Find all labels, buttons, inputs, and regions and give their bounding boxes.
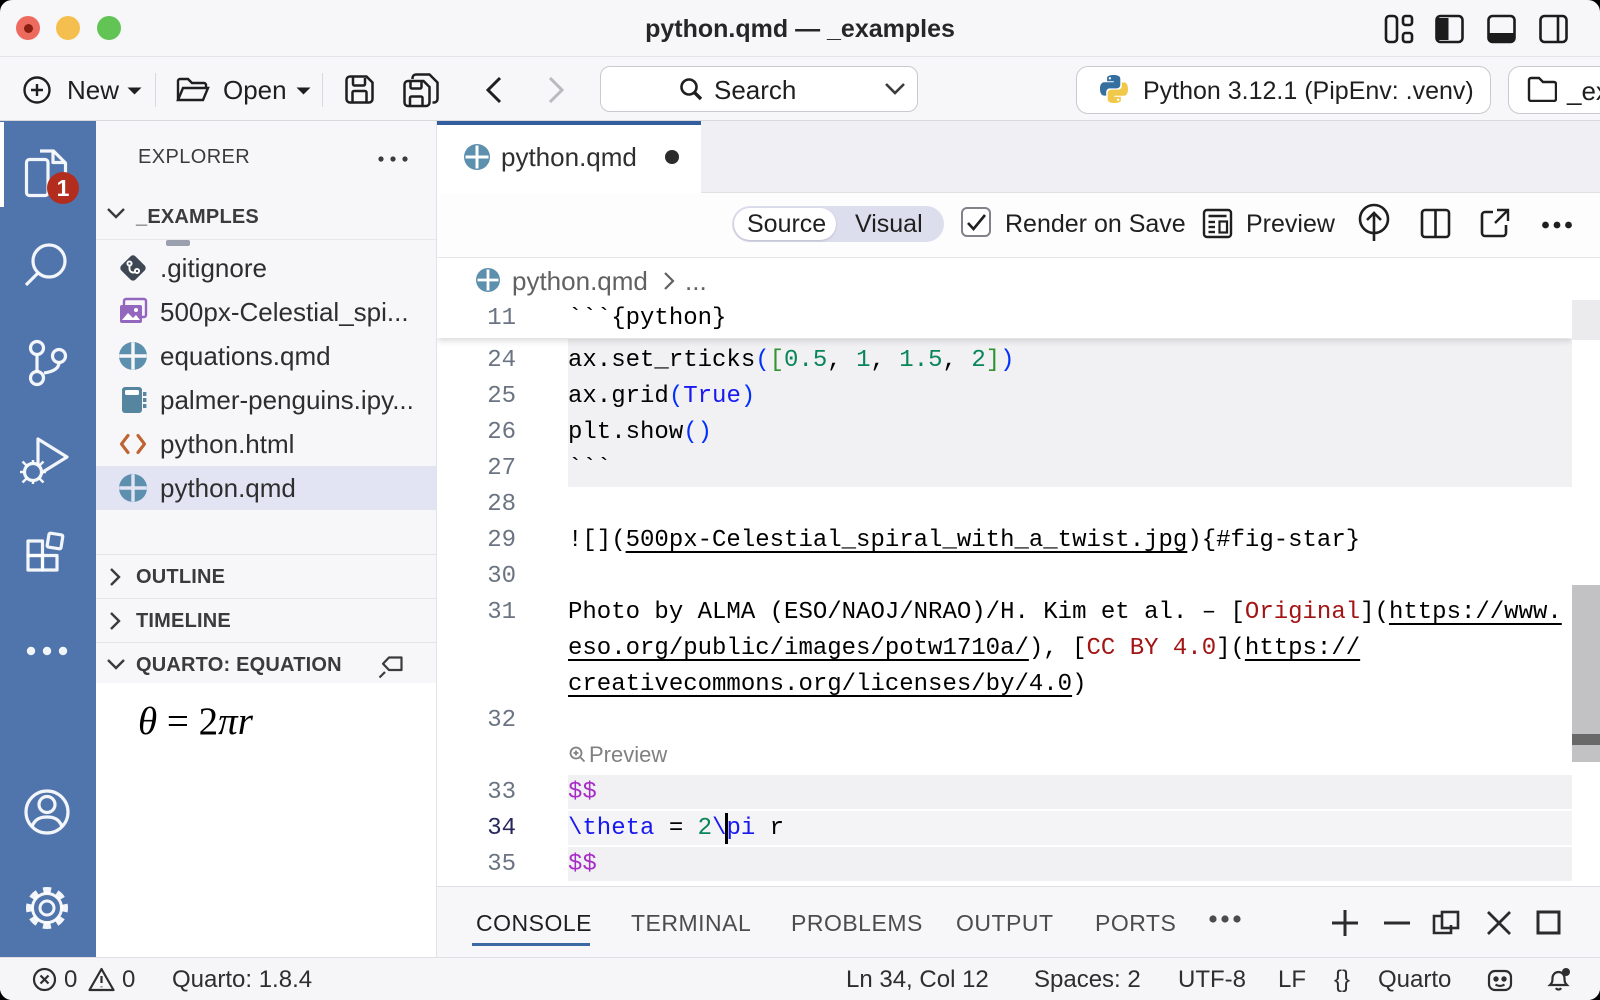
svg-text:1: 1	[57, 175, 70, 201]
